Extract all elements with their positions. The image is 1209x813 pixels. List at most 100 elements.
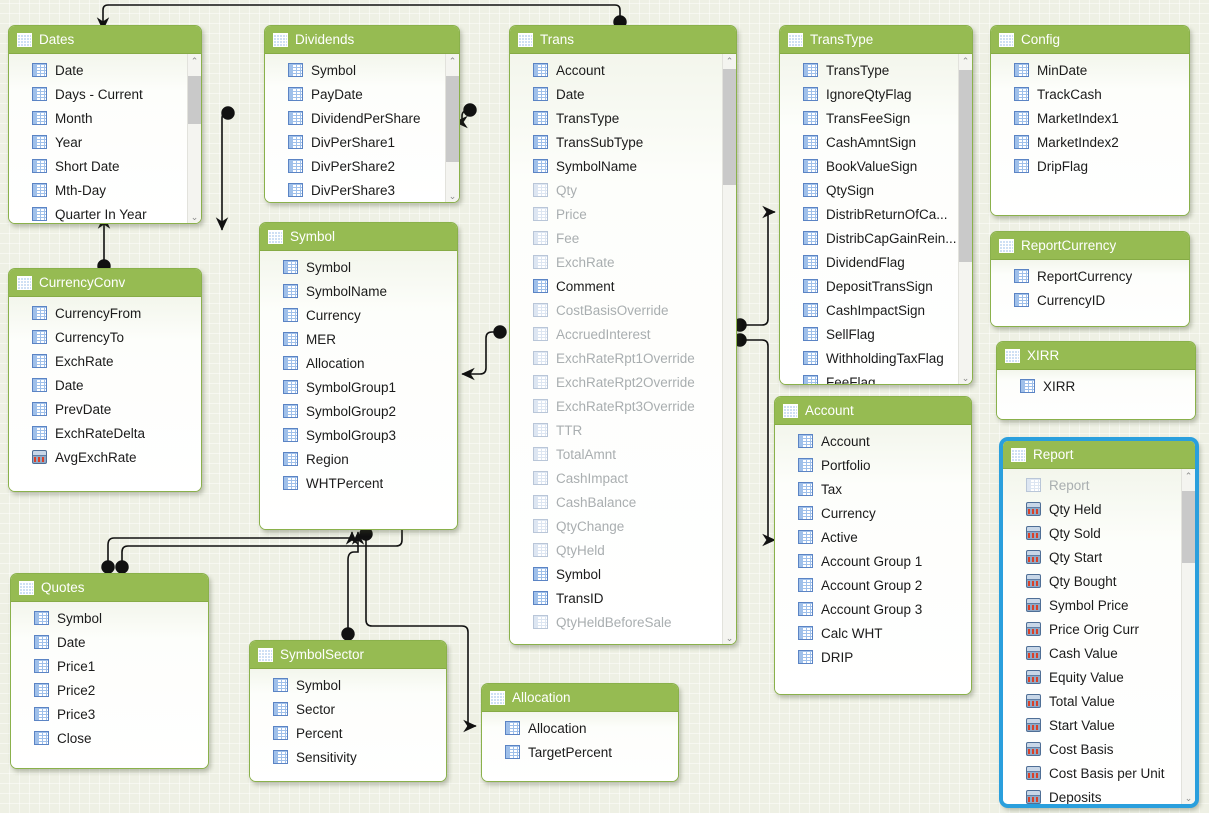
field-row[interactable]: Calc WHT <box>775 621 971 645</box>
field-row[interactable]: Report <box>1003 473 1195 497</box>
field-row[interactable]: Deposits <box>1003 785 1195 804</box>
field-row[interactable]: Cost Basis per Unit <box>1003 761 1195 785</box>
field-row[interactable]: ExchRateRpt2Override <box>510 370 736 394</box>
field-list-scrollbar[interactable]: ⌃ ⌄ <box>722 54 736 644</box>
scrollbar-thumb[interactable] <box>1182 491 1195 563</box>
field-row[interactable]: PrevDate <box>9 397 201 421</box>
field-row[interactable]: Sector <box>250 697 446 721</box>
field-row[interactable]: Tax <box>775 477 971 501</box>
field-row[interactable]: Price1 <box>11 654 208 678</box>
field-list-transtype[interactable]: TransType IgnoreQtyFlag TransFeeSign CashAm… <box>780 54 972 384</box>
field-list-trans[interactable]: Account Date TransType TransSubType SymbolNa… <box>510 54 736 644</box>
field-list-currencyconv[interactable]: CurrencyFrom CurrencyTo ExchRate Date PrevDa… <box>9 297 201 491</box>
scrollbar-thumb[interactable] <box>723 69 736 185</box>
field-row[interactable]: Close <box>11 726 208 750</box>
field-list-report[interactable]: Report Qty Held Qty Sold Qty Start Qty Bough… <box>1003 469 1195 804</box>
field-row[interactable]: Symbol <box>265 58 459 82</box>
table-card-account[interactable]: Account Account Portfolio Tax Currency Active… <box>774 396 972 695</box>
field-row[interactable]: WHTPercent <box>260 471 457 495</box>
field-row[interactable]: Days - Current <box>9 82 201 106</box>
field-row[interactable]: Qty <box>510 178 736 202</box>
table-header-report[interactable]: Report <box>1003 441 1195 469</box>
table-header-symbolsector[interactable]: SymbolSector <box>250 641 446 669</box>
scroll-down-icon[interactable]: ⌄ <box>446 189 459 202</box>
field-list-scrollbar[interactable]: ⌃ ⌄ <box>1181 469 1195 804</box>
field-row[interactable]: DistribCapGainRein... <box>780 226 972 250</box>
field-row[interactable]: DistribReturnOfCa... <box>780 202 972 226</box>
scrollbar-thumb[interactable] <box>959 70 972 262</box>
field-row[interactable]: AvgExchRate <box>9 445 201 469</box>
field-row[interactable]: TransType <box>780 58 972 82</box>
table-header-transtype[interactable]: TransType <box>780 26 972 54</box>
scroll-down-icon[interactable]: ⌄ <box>1182 791 1195 804</box>
field-row[interactable]: Date <box>9 373 201 397</box>
field-row[interactable]: SymbolGroup2 <box>260 399 457 423</box>
field-row[interactable]: XIRR <box>997 374 1195 398</box>
field-row[interactable]: Symbol <box>260 255 457 279</box>
scroll-down-icon[interactable]: ⌄ <box>959 371 972 384</box>
scroll-down-icon[interactable]: ⌄ <box>723 631 736 644</box>
field-list-scrollbar[interactable]: ⌃ ⌄ <box>445 54 459 202</box>
field-row[interactable]: Symbol Price <box>1003 593 1195 617</box>
scroll-up-icon[interactable]: ⌃ <box>1182 469 1195 483</box>
table-card-quotes[interactable]: Quotes Symbol Date Price1 Price2 Price3 Close <box>10 573 209 769</box>
field-row[interactable]: Equity Value <box>1003 665 1195 689</box>
field-list-account[interactable]: Account Portfolio Tax Currency Active Account… <box>775 425 971 694</box>
field-row[interactable]: DivPerShare3 <box>265 178 459 202</box>
field-row[interactable]: Date <box>11 630 208 654</box>
table-card-config[interactable]: Config MinDate TrackCash MarketIndex1 Market… <box>990 25 1190 216</box>
field-row[interactable]: QtyHeldBeforeSale <box>510 610 736 634</box>
table-header-quotes[interactable]: Quotes <box>11 574 208 602</box>
field-row[interactable]: Year <box>9 130 201 154</box>
field-row[interactable]: BookValueSign <box>780 154 972 178</box>
table-card-dividends[interactable]: Dividends Symbol PayDate DividendPerShare Di… <box>264 25 460 203</box>
field-row[interactable]: Symbol <box>510 562 736 586</box>
field-row[interactable]: SymbolName <box>260 279 457 303</box>
field-row[interactable]: QtySign <box>780 178 972 202</box>
scroll-up-icon[interactable]: ⌃ <box>959 54 972 68</box>
field-row[interactable]: Qty Held <box>1003 497 1195 521</box>
field-row[interactable]: MinDate <box>991 58 1189 82</box>
scroll-up-icon[interactable]: ⌃ <box>446 54 459 68</box>
field-row[interactable]: QtyChange <box>510 514 736 538</box>
table-card-reportcurrency[interactable]: ReportCurrency ReportCurrency CurrencyID <box>990 231 1190 327</box>
field-row[interactable]: Price2 <box>11 678 208 702</box>
table-header-reportcurrency[interactable]: ReportCurrency <box>991 232 1189 260</box>
field-list-allocation[interactable]: Allocation TargetPercent <box>482 712 678 781</box>
field-row[interactable]: CurrencyFrom <box>9 301 201 325</box>
scroll-up-icon[interactable]: ⌃ <box>188 54 201 68</box>
field-row[interactable]: MER <box>260 327 457 351</box>
field-list-scrollbar[interactable]: ⌃ ⌄ <box>958 54 972 384</box>
field-row[interactable]: Account <box>510 58 736 82</box>
field-row[interactable]: SymbolGroup1 <box>260 375 457 399</box>
table-card-report[interactable]: Report Report Qty Held Qty Sold Qty Start Qty… <box>1000 438 1198 807</box>
field-row[interactable]: TTR <box>510 418 736 442</box>
table-card-transtype[interactable]: TransType TransType IgnoreQtyFlag TransFeeS… <box>779 25 973 385</box>
field-row[interactable]: Account Group 2 <box>775 573 971 597</box>
field-row[interactable]: Allocation <box>482 716 678 740</box>
field-row[interactable]: CurrencyID <box>991 288 1189 312</box>
table-header-dates[interactable]: Dates <box>9 26 201 54</box>
field-row[interactable]: Price3 <box>11 702 208 726</box>
field-row[interactable]: ExchRate <box>510 250 736 274</box>
field-list-dates[interactable]: Date Days - Current Month Year Short Date Mth… <box>9 54 201 223</box>
table-header-dividends[interactable]: Dividends <box>265 26 459 54</box>
field-row[interactable]: IgnoreQtyFlag <box>780 82 972 106</box>
table-header-config[interactable]: Config <box>991 26 1189 54</box>
field-row[interactable]: Short Date <box>9 154 201 178</box>
field-row[interactable]: ExchRateRpt1Override <box>510 346 736 370</box>
field-row[interactable]: DRIP <box>775 645 971 669</box>
field-row[interactable]: Cash Value <box>1003 641 1195 665</box>
field-row[interactable]: SymbolName <box>510 154 736 178</box>
field-row[interactable]: CashImpact <box>510 466 736 490</box>
field-row[interactable]: CashImpactSign <box>780 298 972 322</box>
table-card-allocation[interactable]: Allocation Allocation TargetPercent <box>481 683 679 782</box>
field-row[interactable]: Currency <box>775 501 971 525</box>
table-card-symbol[interactable]: Symbol Symbol SymbolName Currency MER Allocat… <box>259 222 458 530</box>
field-row[interactable]: ExchRate <box>9 349 201 373</box>
field-row[interactable]: Date <box>510 82 736 106</box>
field-list-scrollbar[interactable]: ⌃ ⌄ <box>187 54 201 223</box>
field-row[interactable]: Qty Sold <box>1003 521 1195 545</box>
field-list-reportcurrency[interactable]: ReportCurrency CurrencyID <box>991 260 1189 326</box>
field-row[interactable]: CurrencyTo <box>9 325 201 349</box>
